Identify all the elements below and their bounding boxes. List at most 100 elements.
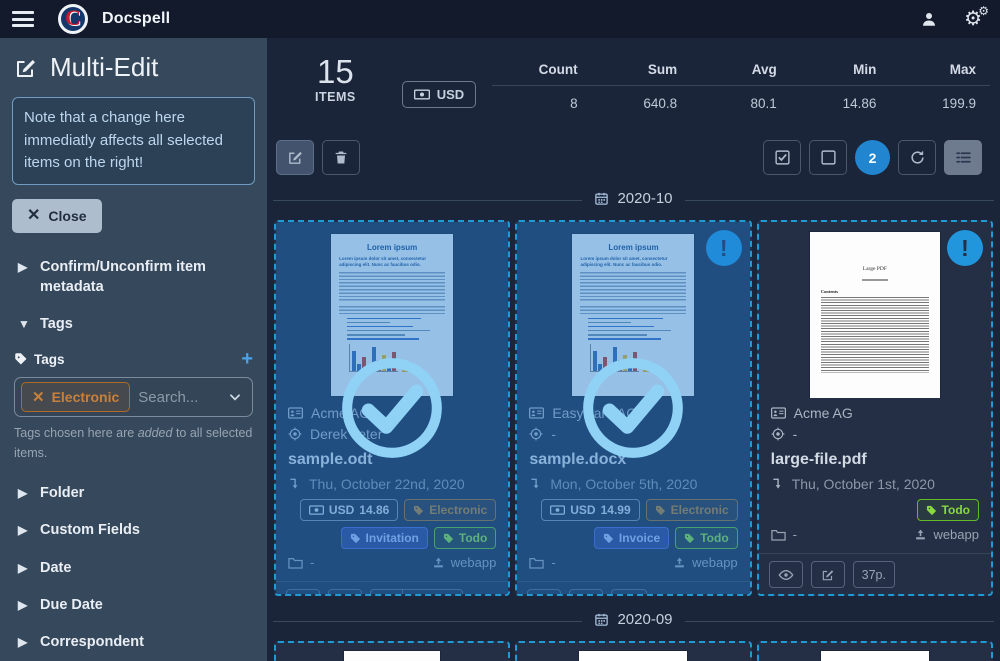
stats-bar: 15 ITEMS USD Count Sum Avg Min Max 8 640…: [267, 48, 1000, 126]
caret-right-icon: ▶: [18, 560, 28, 575]
item-card[interactable]: Lorem ipsum Lorem ipsum dolor sit amet, …: [756, 641, 993, 661]
stats-header: Min: [853, 62, 877, 77]
selected-count-badge[interactable]: 2: [855, 140, 890, 175]
id-card-icon: [770, 407, 786, 419]
settings-gears-icon[interactable]: ⚙ ⚙: [964, 5, 989, 29]
selection-toolbar: 2: [276, 140, 990, 175]
document-thumbnail: Keywords in PDF: [276, 643, 508, 661]
level-down-icon: [290, 478, 298, 489]
section-tags[interactable]: ▼ Tags: [12, 306, 255, 342]
folder-info: -: [288, 555, 314, 570]
correspondent-row: Acme AG: [770, 405, 979, 421]
edit-icon: [17, 59, 35, 77]
selected-tag-chip[interactable]: ✕ Electronic: [21, 382, 131, 413]
app-title: Docspell: [102, 10, 171, 27]
source-info: webapp: [914, 527, 979, 542]
date-group-header: 2020-09: [273, 611, 994, 631]
level-down-icon: [773, 478, 781, 489]
dot-circle-icon: [288, 427, 302, 441]
folder-icon: [288, 557, 303, 569]
stats-value: 80.1: [750, 96, 777, 111]
money-bill-icon: [308, 505, 324, 515]
selected-check-icon: [336, 352, 448, 464]
section-due-date[interactable]: ▶ Due Date: [12, 587, 255, 623]
id-card-icon: [529, 407, 545, 419]
top-navbar: C Docspell ⚙ ⚙: [0, 0, 1000, 38]
tag-badge: Todo: [675, 527, 738, 549]
next-attachment-button[interactable]: →: [371, 590, 402, 594]
items-count-label: ITEMS: [315, 90, 356, 105]
tag-badge: Electronic: [645, 499, 738, 521]
deselect-all-button[interactable]: [809, 140, 847, 175]
item-card[interactable]: Lorem ipsum dolor sit amet, consectetur …: [515, 641, 752, 661]
remove-chip-icon[interactable]: ✕: [32, 388, 45, 406]
section-folder[interactable]: ▶ Folder: [12, 475, 255, 511]
document-thumbnail: Lorem ipsum Lorem ipsum dolor sit amet, …: [759, 643, 991, 661]
trash-icon: [335, 151, 347, 164]
preview-button[interactable]: [768, 561, 803, 588]
list-view-button[interactable]: [944, 140, 982, 175]
source-info: webapp: [673, 555, 738, 570]
eye-icon: [778, 569, 794, 580]
user-icon[interactable]: [920, 10, 938, 28]
edit-icon: [288, 151, 302, 164]
edit-icon: [338, 596, 352, 597]
invert-selection-button[interactable]: [898, 140, 936, 175]
warning-icon: !: [946, 230, 983, 266]
page-count-label: 37p.: [852, 561, 895, 588]
docspell-logo[interactable]: C: [58, 4, 88, 34]
section-confirm-metadata[interactable]: ▶ Confirm/Unconfirm item metadata: [12, 249, 255, 306]
tags-multiselect[interactable]: ✕ Electronic: [14, 377, 253, 418]
section-correspondent[interactable]: ▶ Correspondent: [12, 624, 255, 660]
item-card-large-file-pdf[interactable]: ! Large PDF Contents Acme AG - large-fil…: [756, 220, 993, 596]
warning-icon: !: [705, 230, 742, 266]
section-custom-fields[interactable]: ▶ Custom Fields: [12, 512, 255, 548]
preview-button[interactable]: [286, 589, 320, 594]
item-date-row: Thu, October 1st, 2020: [771, 476, 979, 492]
tag-icon: [685, 533, 695, 543]
tag-badge: Todo: [433, 527, 497, 549]
stats-header: Sum: [647, 62, 678, 77]
card-footer: → 1/2, 4p.: [276, 581, 509, 597]
item-date-row: Mon, October 5th, 2020: [529, 476, 737, 492]
tags-help-text: Tags chosen here are added to all select…: [14, 426, 253, 460]
sidebar-title: Multi-Edit: [50, 52, 159, 82]
section-date[interactable]: ▶ Date: [12, 550, 255, 586]
item-card-sample-docx[interactable]: ! Lorem ipsum Lorem ipsum dolor sit amet…: [515, 220, 752, 597]
item-card[interactable]: Keywords in PDF: [274, 641, 511, 661]
stats-value: 640.8: [643, 96, 678, 111]
close-button[interactable]: ✕ Close: [12, 198, 102, 233]
delete-selected-button[interactable]: [322, 140, 360, 175]
multi-edit-note: Note that a change here immediatly affec…: [12, 97, 255, 185]
upload-icon: [433, 557, 443, 568]
checkbox-checked-icon: [774, 150, 790, 165]
currency-badge: USD: [401, 81, 477, 108]
calendar-icon: [595, 613, 609, 626]
add-tag-icon[interactable]: +: [241, 349, 253, 369]
edit-button[interactable]: [810, 561, 845, 588]
dot-circle-icon: [529, 427, 543, 441]
date-group-header: 2020-10: [273, 190, 994, 210]
tag-icon: [414, 505, 424, 515]
edit-button[interactable]: [569, 589, 604, 597]
preview-button[interactable]: [527, 589, 562, 594]
tags-edit-panel: Tags + ✕ Electronic Tags chosen here are…: [12, 343, 255, 469]
items-main-area: 15 ITEMS USD Count Sum Avg Min Max 8 640…: [267, 38, 1000, 661]
edit-selected-button[interactable]: [276, 140, 314, 175]
stats-header: Count: [538, 62, 578, 77]
tag-badge: Electronic: [404, 499, 497, 521]
edit-icon: [579, 596, 593, 597]
item-card-sample-odt[interactable]: Lorem ipsum Lorem ipsum dolor sit amet, …: [274, 220, 511, 597]
tag-search-input[interactable]: [138, 388, 220, 406]
stats-header: Avg: [751, 62, 777, 77]
caret-right-icon: ▶: [18, 598, 28, 613]
item-name: large-file.pdf: [770, 451, 867, 468]
edit-button[interactable]: [328, 589, 362, 597]
caret-right-icon: ▶: [18, 635, 28, 650]
dot-circle-icon: [771, 427, 785, 441]
item-cards-row: Lorem ipsum Lorem ipsum dolor sit amet, …: [267, 220, 1000, 596]
select-all-button[interactable]: [763, 140, 801, 175]
menu-icon[interactable]: [12, 11, 34, 27]
attachment-pager: → 1/2, 4p.: [370, 589, 464, 594]
card-footer: 37p.: [758, 553, 991, 594]
